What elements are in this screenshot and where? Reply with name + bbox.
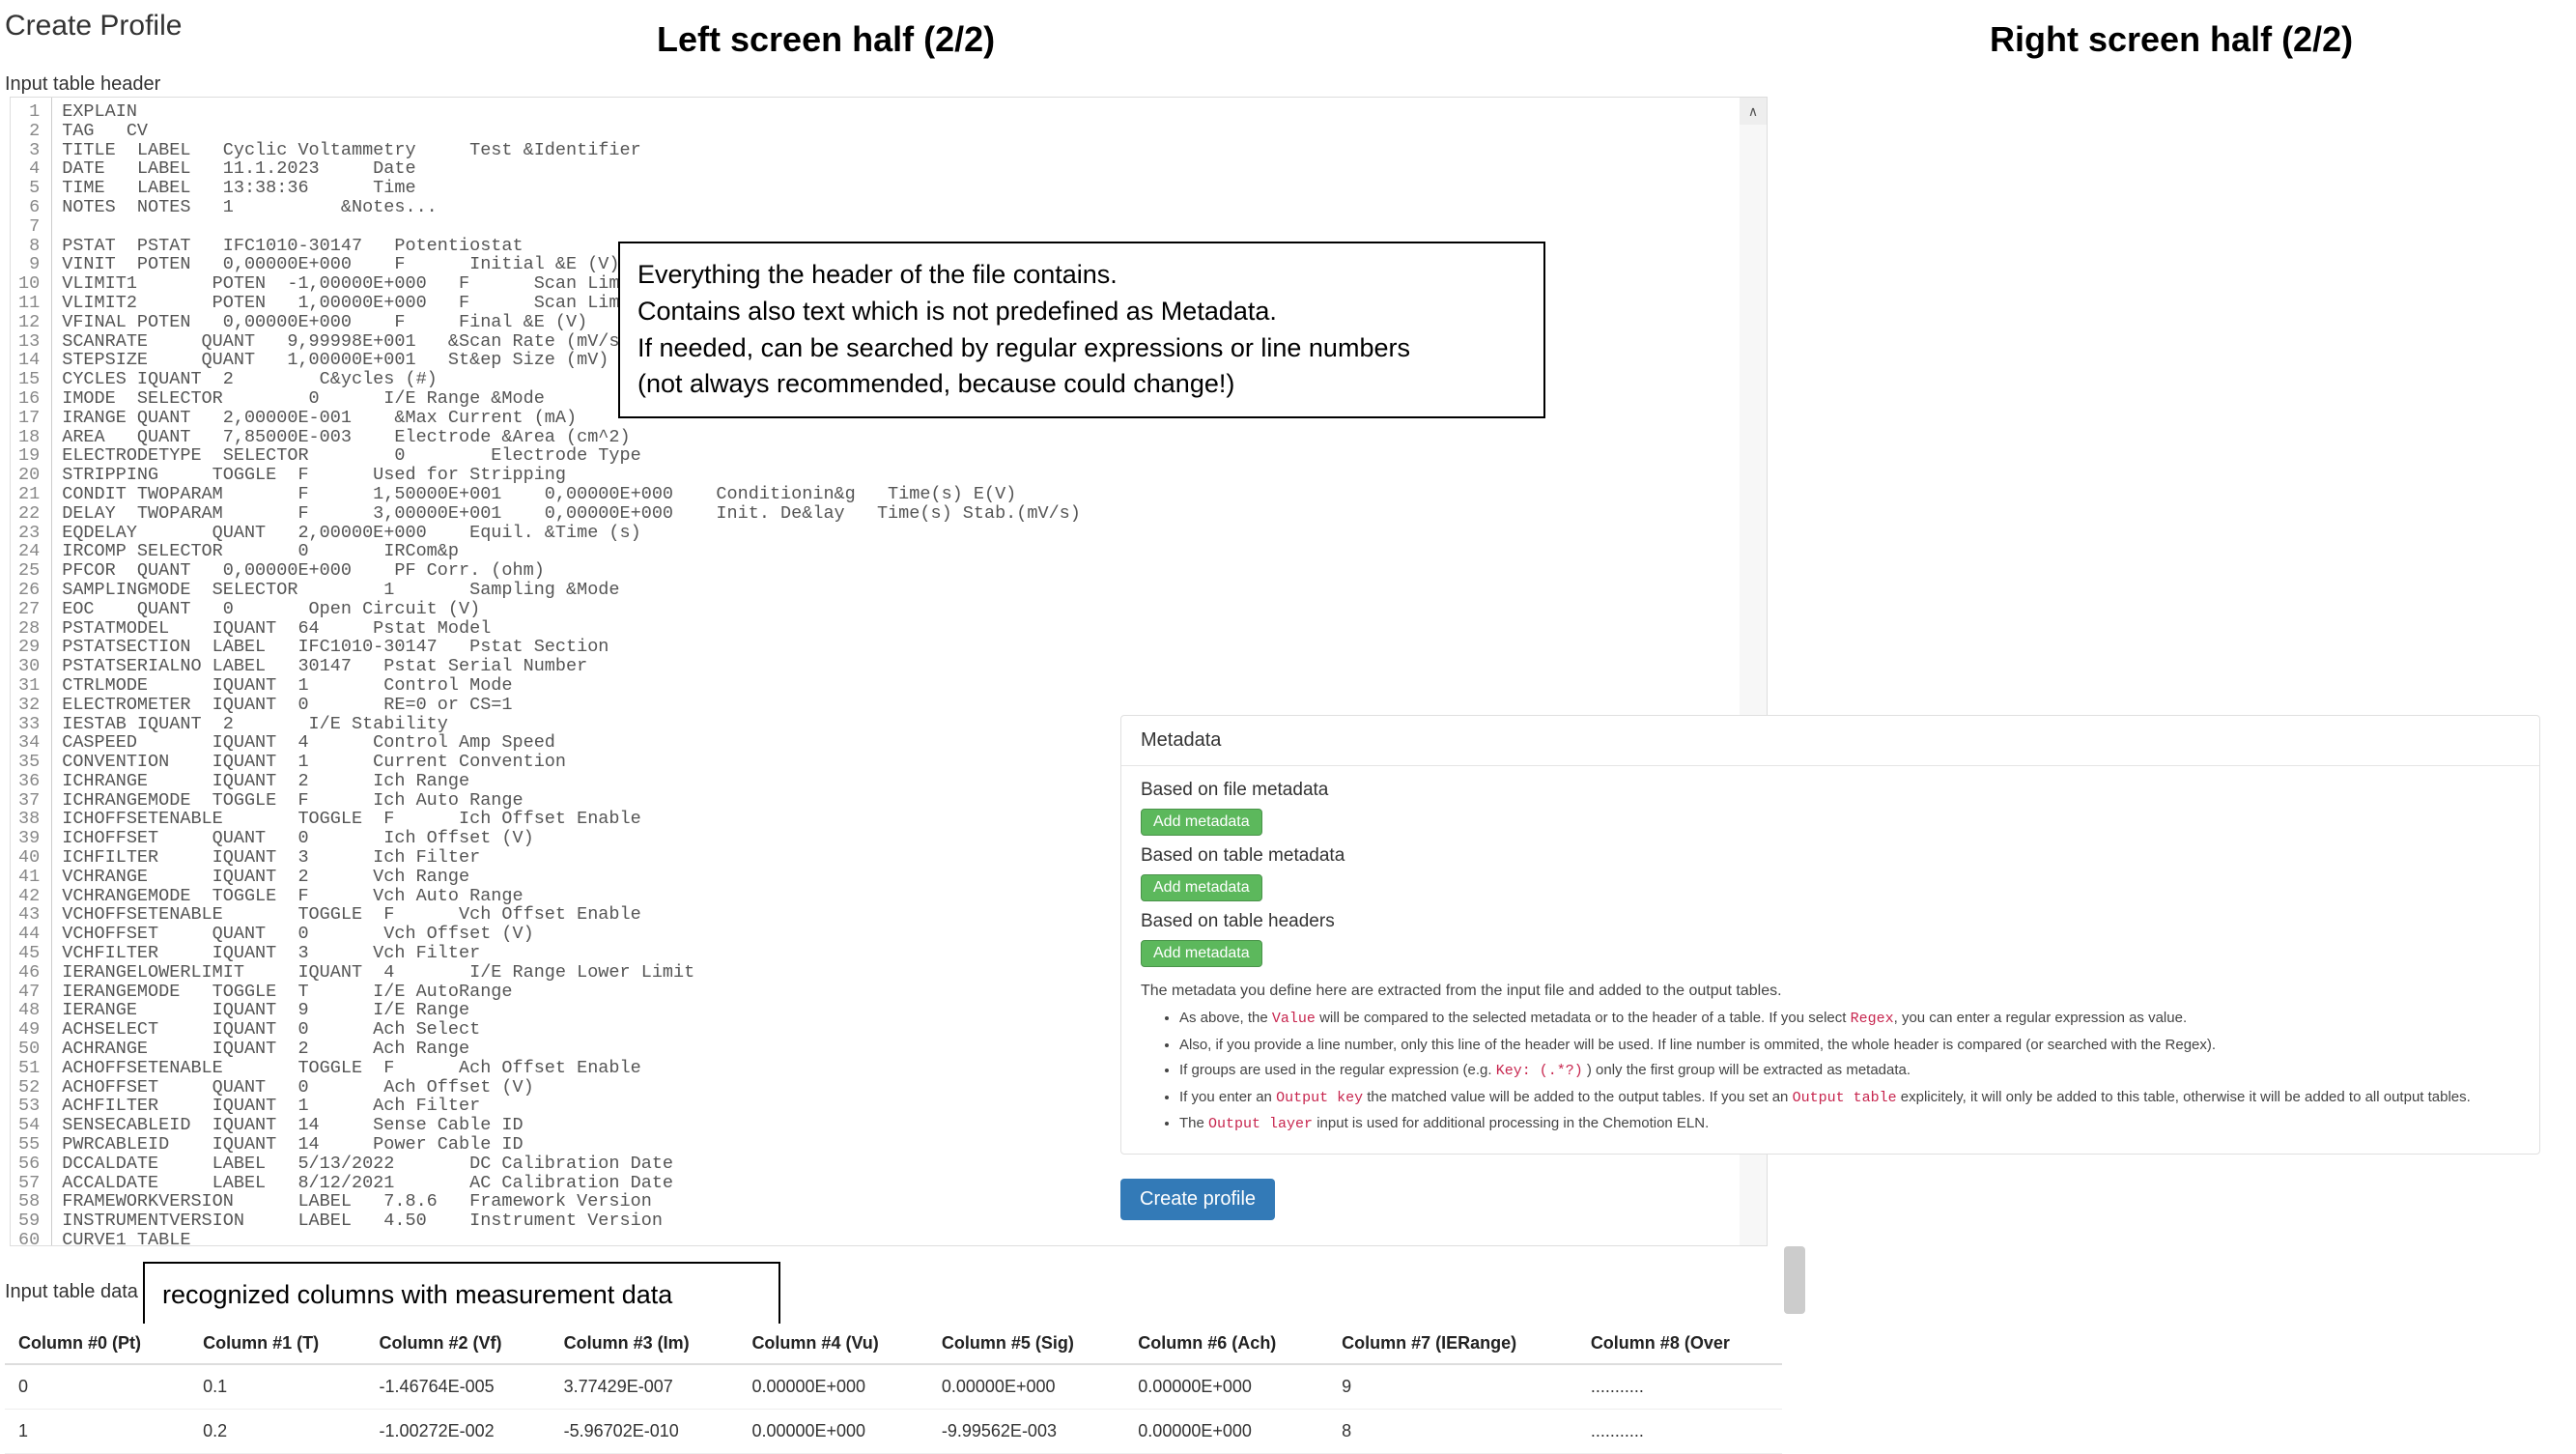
table-header[interactable]: Column #5 (Sig) — [928, 1324, 1124, 1364]
table-cell: 9 — [1328, 1364, 1577, 1410]
table-cell: -9.99562E-003 — [928, 1410, 1124, 1454]
annotation-columns: recognized columns with measurement data — [143, 1262, 780, 1329]
table-row: 10.2-1.00272E-002-5.96702E-0100.00000E+0… — [5, 1410, 1782, 1454]
list-item: Also, if you provide a line number, only… — [1179, 1035, 2520, 1057]
input-table-data-label: Input table data — [5, 1281, 138, 1303]
meta-group-headers: Based on table headers — [1141, 911, 2520, 932]
metadata-panel-title: Metadata — [1121, 716, 2539, 766]
table-cell: 0.00000E+000 — [1124, 1410, 1328, 1454]
table-cell: 0.00000E+000 — [1124, 1364, 1328, 1410]
table-cell: 0.00000E+000 — [738, 1410, 927, 1454]
table-cell: 0.00000E+000 — [928, 1364, 1124, 1410]
metadata-help-list: As above, the Value will be compared to … — [1141, 1008, 2520, 1136]
table-cell: 0.00000E+000 — [738, 1364, 927, 1410]
table-cell: -1.46764E-005 — [366, 1364, 551, 1410]
list-item: If groups are used in the regular expres… — [1179, 1060, 2520, 1083]
table-header[interactable]: Column #2 (Vf) — [366, 1324, 551, 1364]
metadata-panel: Metadata Based on file metadata Add meta… — [1120, 715, 2540, 1155]
add-metadata-table-button[interactable]: Add metadata — [1141, 874, 1262, 901]
list-item: If you enter an Output key the matched v… — [1179, 1087, 2520, 1110]
table-cell: 0.2 — [189, 1410, 365, 1454]
meta-group-table: Based on table metadata — [1141, 845, 2520, 867]
table-cell: ........... — [1577, 1364, 1782, 1410]
list-item: As above, the Value will be compared to … — [1179, 1008, 2520, 1031]
table-cell: -1.00272E-002 — [366, 1410, 551, 1454]
side-scrollbar-thumb[interactable] — [1784, 1246, 1805, 1314]
overlay-label-right: Right screen half (2/2) — [1990, 19, 2353, 60]
page-title: Create Profile — [5, 10, 182, 43]
table-header[interactable]: Column #3 (Im) — [551, 1324, 739, 1364]
table-header[interactable]: Column #8 (Over — [1577, 1324, 1782, 1364]
table-header[interactable]: Column #7 (IERange) — [1328, 1324, 1577, 1364]
table-cell: ........... — [1577, 1410, 1782, 1454]
table-cell: 1 — [5, 1410, 189, 1454]
input-header-label: Input table header — [5, 73, 160, 96]
overlay-label-left: Left screen half (2/2) — [657, 19, 995, 60]
table-header[interactable]: Column #0 (Pt) — [5, 1324, 189, 1364]
input-data-table: Column #0 (Pt)Column #1 (T)Column #2 (Vf… — [5, 1324, 1782, 1454]
line-numbers: 1 2 3 4 5 6 7 8 9 10 11 12 13 14 15 16 1… — [11, 98, 52, 1246]
scroll-up-icon[interactable]: ∧ — [1740, 98, 1767, 125]
table-cell: 0 — [5, 1364, 189, 1410]
add-metadata-headers-button[interactable]: Add metadata — [1141, 940, 1262, 967]
table-header[interactable]: Column #1 (T) — [189, 1324, 365, 1364]
table-cell: 0.1 — [189, 1364, 365, 1410]
metadata-description: The metadata you define here are extract… — [1141, 983, 2520, 1000]
table-header[interactable]: Column #4 (Vu) — [738, 1324, 927, 1364]
table-header[interactable]: Column #6 (Ach) — [1124, 1324, 1328, 1364]
table-cell: -5.96702E-010 — [551, 1410, 739, 1454]
table-cell: 3.77429E-007 — [551, 1364, 739, 1410]
annotation-header-info: Everything the header of the file contai… — [618, 242, 1545, 418]
meta-group-file: Based on file metadata — [1141, 780, 2520, 801]
create-profile-button[interactable]: Create profile — [1120, 1179, 1275, 1220]
table-row: 00.1-1.46764E-0053.77429E-0070.00000E+00… — [5, 1364, 1782, 1410]
list-item: The Output layer input is used for addit… — [1179, 1113, 2520, 1136]
table-cell: 8 — [1328, 1410, 1577, 1454]
add-metadata-file-button[interactable]: Add metadata — [1141, 809, 1262, 836]
